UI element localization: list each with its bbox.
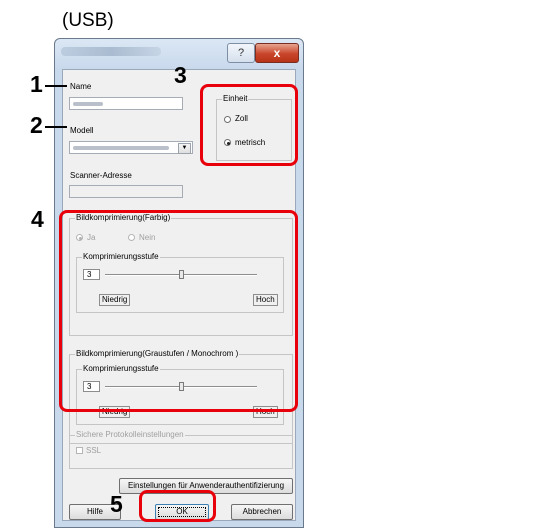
model-combobox[interactable]: ▼	[69, 141, 193, 154]
callout-1-pointer	[45, 85, 67, 87]
cancel-button[interactable]: Abbrechen	[231, 504, 293, 520]
ssl-checkbox[interactable]	[76, 447, 83, 454]
scanner-address-field[interactable]	[69, 185, 183, 198]
ssl-label: SSL	[86, 446, 102, 455]
help-titlebar-button[interactable]: ?	[227, 43, 255, 63]
unit-highlight-box	[200, 84, 298, 166]
callout-5: 5	[110, 491, 123, 517]
blurred-model-value	[73, 146, 169, 150]
blurred-name-value	[73, 102, 103, 106]
compression-highlight-box	[59, 210, 298, 412]
callout-4: 4	[31, 206, 44, 232]
blurred-window-title	[61, 47, 161, 56]
scanner-address-label: Scanner-Adresse	[70, 171, 132, 180]
callout-1: 1	[30, 71, 43, 97]
ok-highlight-box	[139, 490, 216, 522]
callout-2-pointer	[45, 126, 67, 128]
name-field[interactable]	[69, 97, 183, 110]
chevron-down-icon[interactable]: ▼	[178, 143, 191, 154]
model-label: Modell	[70, 126, 94, 135]
callout-2: 2	[30, 112, 43, 138]
close-button[interactable]: x	[255, 43, 299, 63]
secure-protocol-group: Sichere Protokolleinstellungen SSL	[69, 430, 293, 469]
name-label: Name	[70, 82, 92, 91]
secure-protocol-title: Sichere Protokolleinstellungen	[75, 430, 185, 440]
callout-3: 3	[174, 62, 187, 88]
usb-heading: (USB)	[62, 10, 114, 31]
